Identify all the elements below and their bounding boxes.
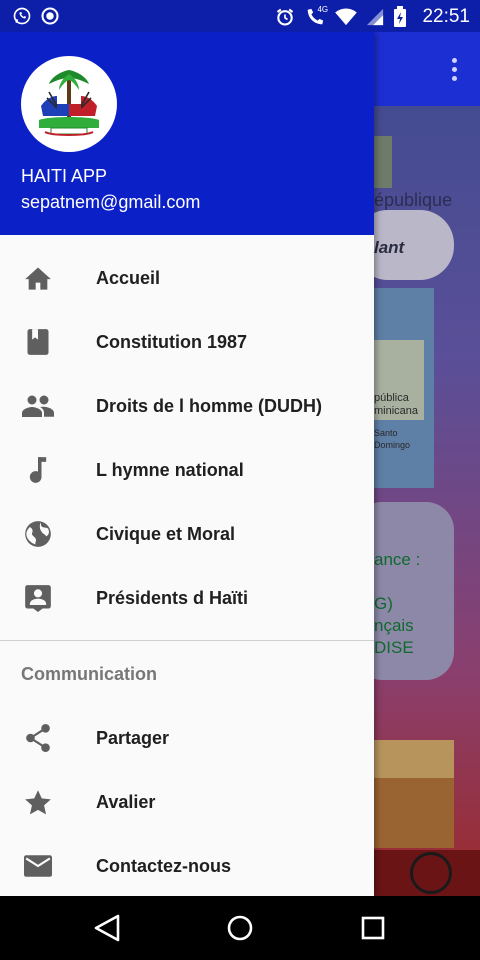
app-strip xyxy=(374,740,454,778)
coat-of-arms-icon xyxy=(39,70,99,136)
app-emblem-fragment xyxy=(374,136,392,188)
globe-icon xyxy=(22,518,54,550)
section-title-communication: Communication xyxy=(21,664,158,684)
globe-icon[interactable] xyxy=(410,852,452,894)
navigation-drawer: HAITI APP sepatnem@gmail.com Accueil Con… xyxy=(0,32,374,896)
back-triangle-icon xyxy=(94,914,120,942)
republic-text: épublique xyxy=(374,190,453,210)
wifi-icon xyxy=(335,8,358,26)
account-email: sepatnem@gmail.com xyxy=(21,192,201,212)
home-icon xyxy=(22,262,54,294)
menu-item-label: Droits de l homme (DUDH) xyxy=(96,395,323,416)
recents-square-icon xyxy=(361,916,385,940)
book-icon xyxy=(22,326,54,358)
contact-card-icon xyxy=(22,582,54,614)
menu-item-label: Contactez-nous xyxy=(96,855,231,876)
share-icon xyxy=(22,722,54,754)
music-note-icon xyxy=(22,454,54,486)
system-navigation-bar xyxy=(0,896,480,960)
recents-button[interactable] xyxy=(357,912,389,944)
menu-item-label: Partager xyxy=(96,727,170,748)
menu-item-droits[interactable]: Droits de l homme (DUDH) xyxy=(0,374,374,438)
home-circle-icon xyxy=(227,915,253,941)
record-icon xyxy=(40,6,60,26)
wifi-call-icon: 4G xyxy=(304,5,329,27)
more-options-icon[interactable] xyxy=(452,58,458,84)
map-label: pública xyxy=(374,392,409,404)
back-button[interactable] xyxy=(92,912,124,944)
main-menu: Accueil Constitution 1987 Droits de l ho… xyxy=(0,246,374,630)
star-icon xyxy=(22,786,54,818)
menu-item-label: Présidents d Haïti xyxy=(96,587,249,608)
menu-item-presidents[interactable]: Présidents d Haïti xyxy=(0,566,374,630)
menu-item-hymne[interactable]: L hymne national xyxy=(0,438,374,502)
menu-item-civique[interactable]: Civique et Moral xyxy=(0,502,374,566)
app-pill-text: lant xyxy=(374,238,405,257)
menu-item-label: Accueil xyxy=(96,267,161,288)
menu-item-contact[interactable]: Contactez-nous xyxy=(0,834,374,896)
info-card-line: nçais xyxy=(374,616,414,635)
menu-item-accueil[interactable]: Accueil xyxy=(0,246,374,310)
haiti-coat-of-arms-avatar[interactable] xyxy=(21,56,117,152)
screen: épublique lant pública minicana Santo Do… xyxy=(0,0,480,960)
menu-item-partager[interactable]: Partager xyxy=(0,706,374,770)
status-bar: 4G 22:51 xyxy=(0,0,480,32)
menu-item-label: Civique et Moral xyxy=(96,523,236,544)
map-label: minicana xyxy=(374,405,419,417)
app-name: HAITI APP xyxy=(21,166,108,186)
menu-divider xyxy=(0,640,374,641)
whatsapp-icon xyxy=(12,6,32,26)
menu-item-label: L hymne national xyxy=(96,459,244,480)
signal-icon xyxy=(366,8,384,26)
menu-item-label: Constitution 1987 xyxy=(96,331,248,352)
info-card-line: ance : xyxy=(374,550,421,569)
menu-item-avalier[interactable]: Avalier xyxy=(0,770,374,834)
menu-item-label: Avalier xyxy=(96,791,156,812)
info-card-line: G) xyxy=(374,594,393,613)
drawer-header: HAITI APP sepatnem@gmail.com xyxy=(0,32,374,235)
communication-menu: Partager Avalier Contactez-nous xyxy=(0,706,374,896)
info-card-line: DISE xyxy=(374,638,414,657)
app-strip xyxy=(374,778,454,848)
map-label: Santo xyxy=(374,428,398,438)
battery-charging-icon xyxy=(393,6,407,28)
clock: 22:51 xyxy=(422,6,470,27)
network-type: 4G xyxy=(317,5,329,14)
people-icon xyxy=(22,390,54,422)
home-button[interactable] xyxy=(224,912,256,944)
alarm-icon xyxy=(275,7,295,27)
mail-icon xyxy=(22,850,54,882)
menu-item-constitution[interactable]: Constitution 1987 xyxy=(0,310,374,374)
map-label: Domingo xyxy=(374,440,411,450)
